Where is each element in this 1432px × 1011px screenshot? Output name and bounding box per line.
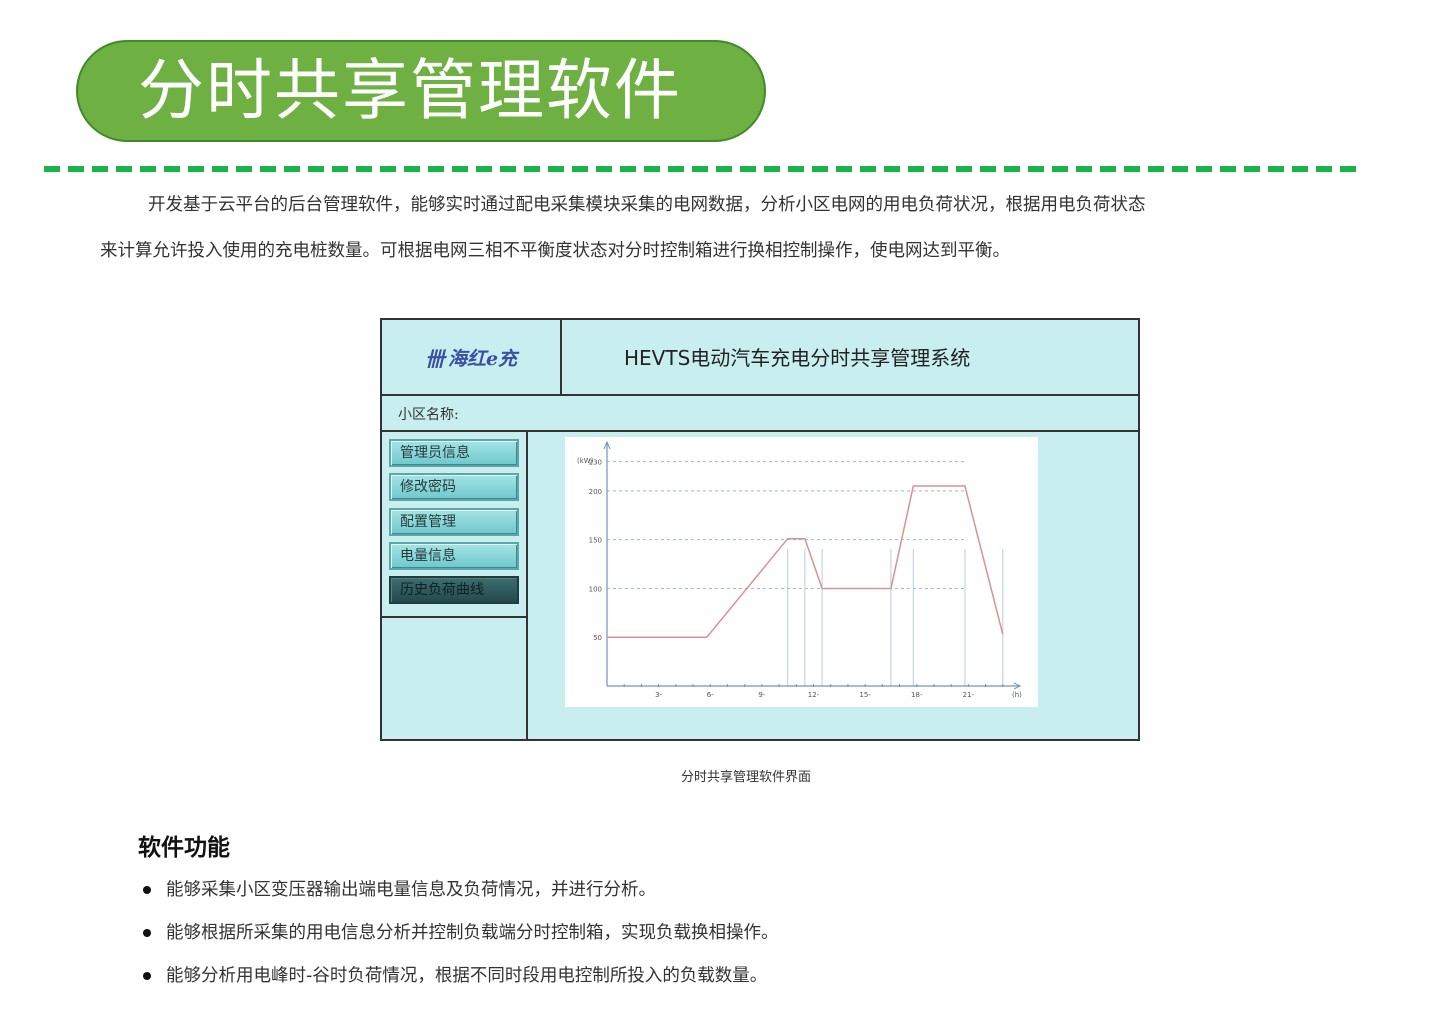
menu-admin-info[interactable]: 管理员信息: [389, 439, 519, 467]
bullet-icon: [143, 929, 151, 937]
x-tick-label: 15-: [859, 691, 871, 699]
load-chart-panel: 230 200 150 100 50 3- 6- 9- 12- 15- 18- 21- (kW) (h): [565, 437, 1038, 707]
sidebar-menu: 管理员信息 修改密码 配置管理 电量信息 历史负荷曲线: [382, 432, 528, 739]
app-logo: 卌 海红e充: [382, 320, 562, 396]
list-item-text: 能够分析用电峰时-谷时负荷情况，根据不同时段用电控制所投入的负载数量。: [166, 966, 768, 986]
list-item: 能够分析用电峰时-谷时负荷情况，根据不同时段用电控制所投入的负载数量。: [140, 956, 779, 999]
list-item-text: 能够采集小区变压器输出端电量信息及负荷情况，并进行分析。: [166, 880, 656, 900]
feature-list: 能够采集小区变压器输出端电量信息及负荷情况，并进行分析。 能够根据所采集的用电信…: [140, 870, 779, 999]
intro-line-1: 开发基于云平台的后台管理软件，能够实时通过配电采集模块采集的电网数据，分析小区电…: [148, 195, 1146, 215]
app-header: HEVTS电动汽车充电分时共享管理系统: [562, 320, 1138, 396]
x-tick-label: 6-: [707, 691, 714, 699]
x-tick-label: 3-: [655, 691, 662, 699]
load-curve-chart: 230200150100503- 6- 9- 12- 15- 18- 21-(kW)(h): [577, 440, 1022, 699]
menu-config-management[interactable]: 配置管理: [389, 508, 519, 536]
bullet-icon: [143, 972, 151, 980]
x-tick-label: 18-: [911, 691, 923, 699]
menu-load-history-curve[interactable]: 历史负荷曲线: [389, 576, 519, 604]
list-item: 能够采集小区变压器输出端电量信息及负荷情况，并进行分析。: [140, 870, 779, 913]
logo-text: 海红e充: [447, 347, 518, 370]
list-item-text: 能够根据所采集的用电信息分析并控制负载端分时控制箱，实现负载换相操作。: [166, 923, 779, 943]
list-item: 能够根据所采集的用电信息分析并控制负载端分时控制箱，实现负载换相操作。: [140, 913, 779, 956]
section-title: 软件功能: [138, 835, 230, 861]
y-tick-label: 50: [593, 634, 602, 642]
menu-energy-info[interactable]: 电量信息: [389, 542, 519, 570]
y-axis-label: (kW): [577, 457, 594, 465]
community-name-label: 小区名称:: [398, 407, 459, 423]
intro-line-2: 来计算允许投入使用的充电桩数量。可根据电网三相不平衡度状态对分时控制箱进行换相控…: [100, 241, 1010, 261]
logo-mark-icon: 卌: [424, 346, 445, 371]
community-bar: 小区名称:: [382, 396, 1138, 432]
software-screenshot: 卌 海红e充 HEVTS电动汽车充电分时共享管理系统 小区名称: 管理员信息 修…: [380, 318, 1140, 741]
dashed-divider: [44, 166, 1356, 172]
y-tick-label: 200: [589, 488, 602, 496]
x-tick-label: 21-: [963, 691, 975, 699]
y-tick-label: 100: [589, 585, 602, 593]
y-tick-label: 150: [589, 537, 602, 545]
menu-change-password[interactable]: 修改密码: [389, 473, 519, 501]
figure-caption: 分时共享管理软件界面: [680, 770, 811, 785]
x-axis-label: (h): [1012, 691, 1022, 699]
page-title: 分时共享管理软件: [138, 52, 682, 129]
x-tick-label: 9-: [758, 691, 765, 699]
intro-paragraph: 开发基于云平台的后台管理软件，能够实时通过配电采集模块采集的电网数据，分析小区电…: [100, 182, 1356, 274]
bullet-icon: [143, 886, 151, 894]
sidebar-divider: [382, 616, 526, 618]
system-title: HEVTS电动汽车充电分时共享管理系统: [624, 346, 971, 370]
x-tick-label: 12-: [808, 691, 820, 699]
